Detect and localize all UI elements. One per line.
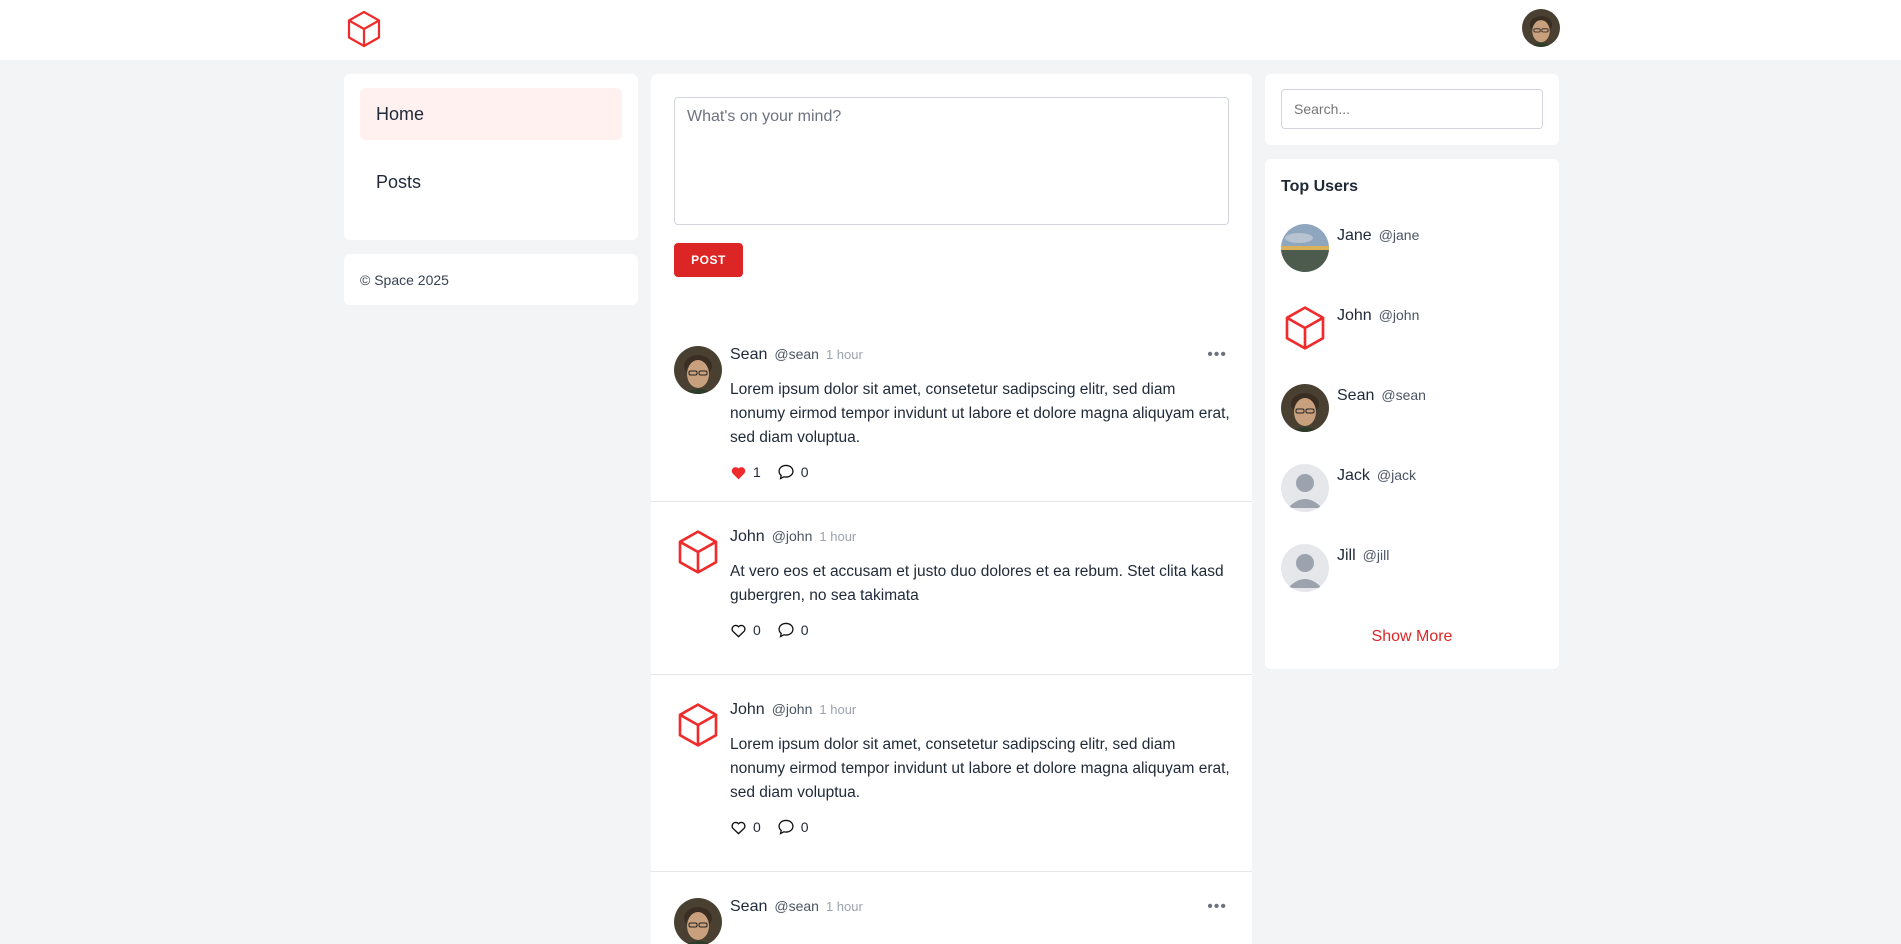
left-navigation: Home Posts — [344, 74, 638, 240]
comment-count: 0 — [800, 622, 809, 638]
more-options-icon[interactable]: ••• — [1207, 346, 1227, 364]
post-author-name[interactable]: John — [730, 701, 765, 719]
nav-item-home[interactable]: Home — [360, 88, 622, 140]
user-row[interactable]: Jill @jill — [1281, 544, 1543, 624]
post-author-name[interactable]: Sean — [730, 346, 767, 364]
user-row[interactable]: John @john — [1281, 304, 1543, 384]
user-handle: @john — [1378, 307, 1420, 323]
heart-outline-icon — [731, 624, 746, 638]
post-author-handle: @john — [771, 701, 813, 717]
post-author-name[interactable]: Sean — [730, 898, 767, 916]
user-row[interactable]: Jane @jane — [1281, 224, 1543, 304]
user-handle: @jill — [1362, 547, 1390, 563]
top-bar — [0, 0, 1901, 60]
cube-avatar-icon[interactable] — [674, 528, 722, 576]
top-users-card: Top Users Jane @jane John @john Sean @sean … — [1265, 159, 1559, 669]
like-count: 0 — [753, 622, 761, 638]
post-time: 1 hour — [819, 529, 857, 544]
user-handle: @jack — [1376, 467, 1417, 483]
cube-avatar-icon[interactable] — [1281, 304, 1329, 352]
user-handle: @jane — [1378, 227, 1420, 243]
user-avatar[interactable] — [1281, 224, 1329, 272]
like-count: 1 — [753, 464, 761, 480]
show-more-link[interactable]: Show More — [1281, 628, 1543, 646]
comment-icon — [778, 819, 794, 835]
like-button[interactable]: 0 — [730, 819, 761, 835]
post-avatar[interactable] — [674, 898, 722, 944]
post-time: 1 hour — [825, 347, 863, 362]
user-row[interactable]: Jack @jack — [1281, 464, 1543, 544]
comment-icon — [778, 464, 794, 480]
comment-button[interactable]: 0 — [777, 464, 809, 480]
post-item: ••• Sean @sean 1 hour — [651, 872, 1252, 944]
post-body: At vero eos et accusam et justo duo dolo… — [730, 563, 1224, 604]
heart-outline-icon — [731, 821, 746, 835]
post-author-name[interactable]: John — [730, 528, 765, 546]
more-options-icon[interactable]: ••• — [1207, 898, 1227, 916]
search-card — [1265, 74, 1559, 145]
heart-filled-icon — [731, 466, 746, 479]
post-input[interactable] — [674, 97, 1229, 225]
post-author-handle: @sean — [774, 346, 819, 362]
user-name[interactable]: Sean — [1337, 387, 1374, 404]
user-avatar[interactable] — [1281, 384, 1329, 432]
post-author-handle: @sean — [774, 898, 819, 914]
user-handle: @sean — [1381, 387, 1426, 403]
post-button[interactable]: POST — [674, 243, 743, 277]
post-item: John @john 1 hour At vero eos et accusam… — [651, 502, 1252, 675]
post-item: John @john 1 hour Lorem ipsum dolor sit … — [651, 675, 1252, 872]
default-user-icon[interactable] — [1281, 544, 1329, 592]
user-row[interactable]: Sean @sean — [1281, 384, 1543, 464]
copyright-text: © Space 2025 — [360, 271, 449, 288]
post-composer: POST — [651, 74, 1252, 346]
current-user-avatar[interactable] — [1522, 9, 1560, 47]
comment-count: 0 — [800, 464, 809, 480]
post-author-handle: @john — [771, 528, 813, 544]
comment-button[interactable]: 0 — [777, 622, 809, 638]
default-user-icon[interactable] — [1281, 464, 1329, 512]
footer: © Space 2025 — [344, 254, 638, 305]
cube-avatar-icon[interactable] — [674, 701, 722, 749]
user-name[interactable]: Jill — [1337, 547, 1356, 564]
like-button[interactable]: 0 — [730, 622, 761, 638]
user-name[interactable]: John — [1337, 307, 1372, 324]
comment-count: 0 — [800, 819, 809, 835]
like-button[interactable]: 1 — [730, 464, 761, 480]
post-body: Lorem ipsum dolor sit amet, consetetur s… — [730, 381, 1230, 446]
comment-button[interactable]: 0 — [777, 819, 809, 835]
post-time: 1 hour — [819, 702, 857, 717]
post-item: ••• Sean @sean 1 hour Lorem ipsum dolor … — [651, 346, 1252, 502]
nav-item-posts[interactable]: Posts — [360, 156, 622, 208]
feed: POST ••• Sean @sean 1 hour Lorem ipsum d… — [651, 74, 1252, 944]
user-name[interactable]: Jane — [1337, 227, 1372, 244]
top-users-title: Top Users — [1281, 178, 1359, 195]
post-body: Lorem ipsum dolor sit amet, consetetur s… — [730, 736, 1230, 801]
search-input[interactable] — [1281, 89, 1543, 129]
like-count: 0 — [753, 819, 761, 835]
post-avatar[interactable] — [674, 346, 722, 394]
user-name[interactable]: Jack — [1337, 467, 1370, 484]
comment-icon — [778, 622, 794, 638]
cube-logo-icon[interactable] — [344, 9, 384, 49]
post-time: 1 hour — [825, 899, 863, 914]
